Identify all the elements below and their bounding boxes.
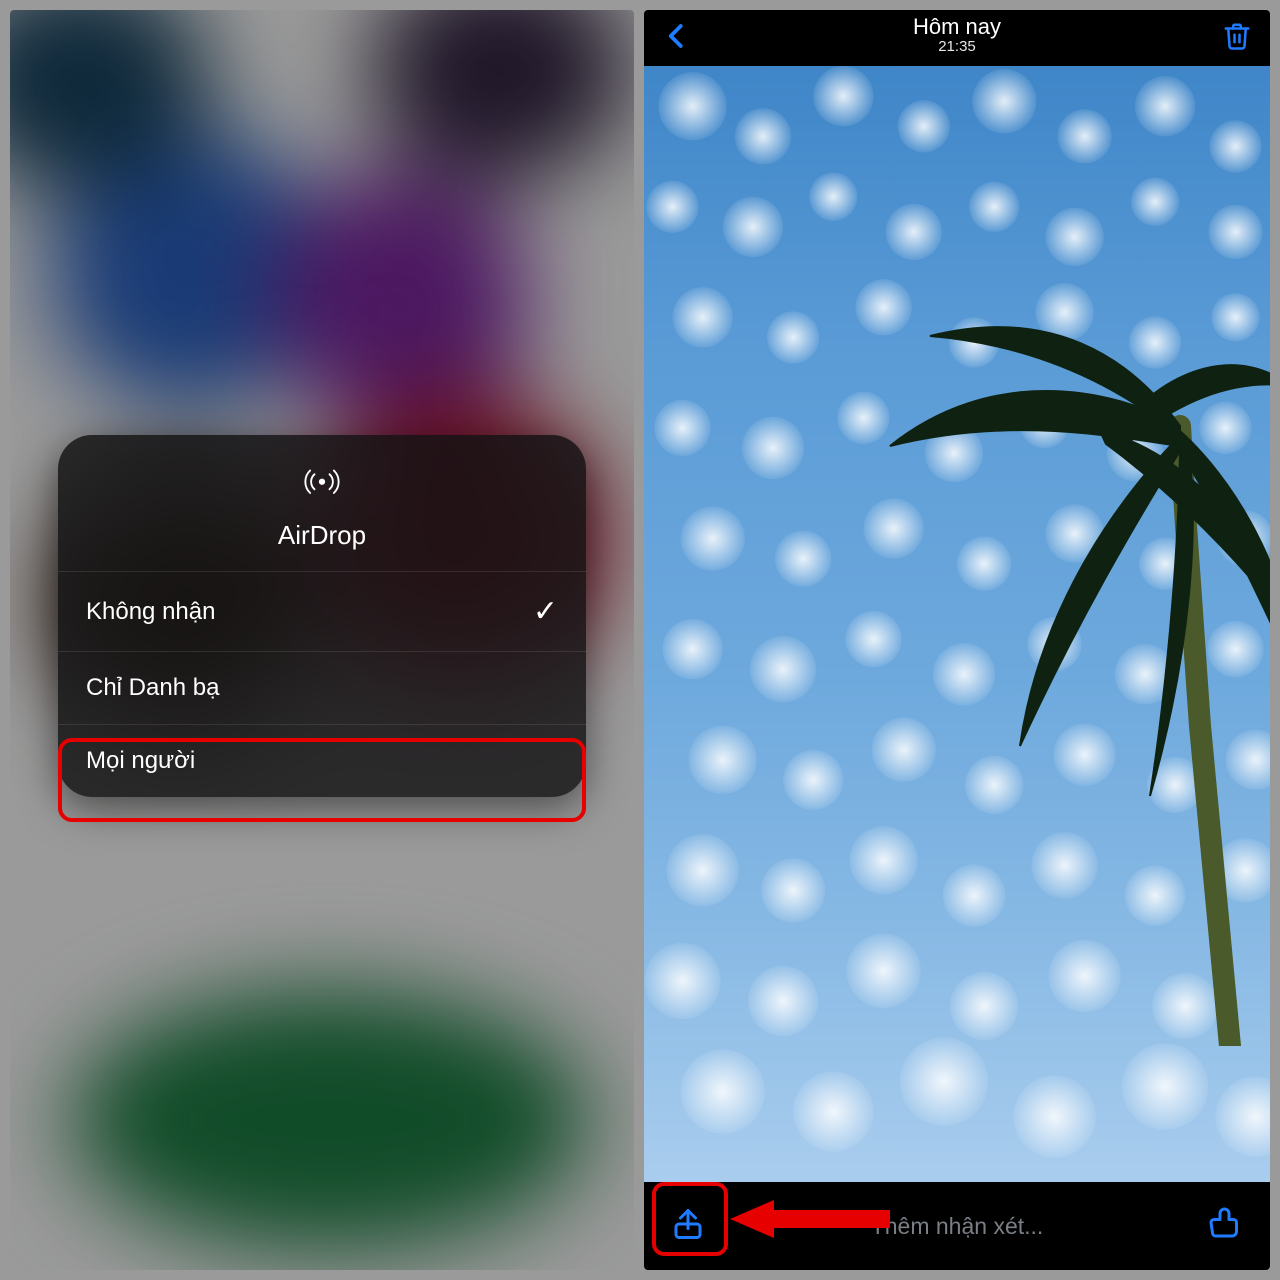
airdrop-title: AirDrop bbox=[278, 520, 366, 551]
photos-header-time: 21:35 bbox=[644, 38, 1270, 55]
airdrop-option-everyone[interactable]: Mọi người bbox=[58, 724, 586, 797]
back-button[interactable] bbox=[662, 21, 692, 56]
add-caption-field[interactable]: Thêm nhận xét... bbox=[644, 1213, 1270, 1240]
airdrop-card: AirDrop Không nhận ✓ Chỉ Danh bạ Mọi ngư… bbox=[58, 435, 586, 797]
share-button[interactable] bbox=[670, 1206, 706, 1247]
photos-header-title: Hôm nay bbox=[644, 14, 1270, 40]
like-button[interactable] bbox=[1208, 1206, 1244, 1247]
airdrop-option-label: Mọi người bbox=[86, 747, 195, 775]
airdrop-icon bbox=[302, 463, 342, 510]
delete-button[interactable] bbox=[1222, 21, 1252, 56]
airdrop-settings-panel: AirDrop Không nhận ✓ Chỉ Danh bạ Mọi ngư… bbox=[10, 10, 634, 1270]
airdrop-option-contacts-only[interactable]: Chỉ Danh bạ bbox=[58, 651, 586, 724]
airdrop-option-receiving-off[interactable]: Không nhận ✓ bbox=[58, 571, 586, 651]
photos-bottombar: Thêm nhận xét... bbox=[644, 1182, 1270, 1270]
checkmark-icon: ✓ bbox=[533, 594, 558, 629]
photo-content[interactable] bbox=[644, 66, 1270, 1182]
photos-topbar: Hôm nay 21:35 bbox=[644, 10, 1270, 66]
palm-tree-illustration bbox=[870, 326, 1270, 1046]
airdrop-option-label: Không nhận bbox=[86, 598, 215, 626]
photos-viewer-panel: Hôm nay 21:35 bbox=[644, 10, 1270, 1270]
airdrop-option-label: Chỉ Danh bạ bbox=[86, 674, 219, 702]
